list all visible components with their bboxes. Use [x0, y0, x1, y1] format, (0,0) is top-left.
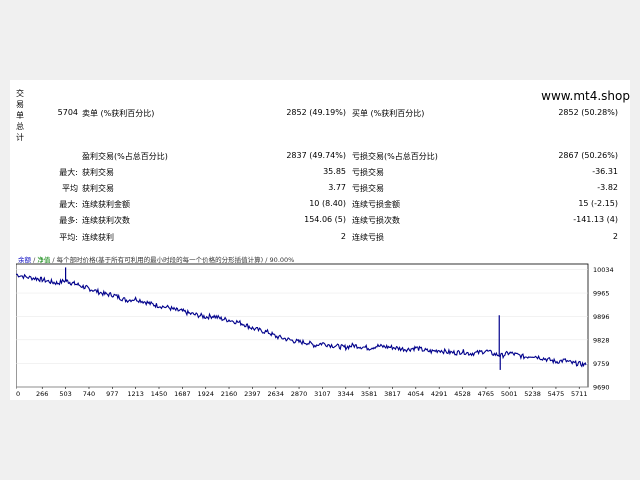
stats-row: 最大: 获利交易 35.85 亏损交易 -36.31: [30, 167, 630, 179]
row-label-left: 盈利交易(%占总百分比): [82, 152, 168, 161]
stats-row: 最多: 连续获利次数 154.06 (5) 连续亏损次数 -141.13 (4): [30, 215, 630, 227]
x-tick-label: 3344: [338, 390, 355, 398]
x-tick-label: 2634: [267, 390, 284, 398]
row-prefix: 最多:: [59, 216, 78, 225]
row-label-right: 亏损交易: [352, 184, 384, 193]
balance-chart: 余额 / 净值 / 每个部时价格(基于所有可利用的最小时段的每一个价格的分形插值…: [15, 252, 630, 398]
row-label-right: 连续亏损金额: [352, 200, 400, 209]
trade-summary-vertical-label: 交易单总计: [16, 89, 24, 142]
plot-frame: [15, 263, 589, 388]
x-tick-label: 740: [83, 390, 95, 398]
x-tick-label: 977: [106, 390, 118, 398]
row-label-right: 买单 (%获利百分比): [352, 109, 425, 118]
x-tick-label: 266: [36, 390, 48, 398]
y-tick-label: 9965: [593, 290, 610, 298]
stats-row: 5704 卖单 (%获利百分比) 2852 (49.19%) 买单 (%获利百分…: [30, 108, 630, 120]
x-tick-label: 5001: [501, 390, 518, 398]
row-value-left: 3.77: [328, 183, 346, 192]
row-label-right: 亏损交易(%占总百分比): [352, 152, 438, 161]
row-value-right: 15 (-2.15): [578, 199, 618, 208]
x-tick-label: 5238: [524, 390, 541, 398]
row-value-right: -141.13 (4): [573, 215, 618, 224]
x-tick-label: 1687: [174, 390, 191, 398]
row-label-left: 连续获利金额: [82, 200, 130, 209]
row-prefix: 平均: [62, 184, 78, 193]
x-tick-label: 5711: [571, 390, 588, 398]
x-tick-label: 4765: [478, 390, 495, 398]
x-tick-label: 4291: [431, 390, 448, 398]
x-tick-label: 3817: [384, 390, 401, 398]
row-value-left: 35.85: [323, 167, 346, 176]
x-tick-label: 3581: [361, 390, 378, 398]
x-tick-label: 1450: [151, 390, 168, 398]
row-label-left: 连续获利: [82, 233, 114, 242]
stats-row: 平均: 连续获利 2 连续亏损 2: [30, 232, 630, 244]
y-tick-label: 9896: [593, 313, 610, 321]
row-label-left: 获利交易: [82, 168, 114, 177]
y-tick-label: 9828: [593, 336, 610, 344]
x-tick-label: 4528: [454, 390, 471, 398]
x-tick-label: 0: [16, 390, 20, 398]
row-value-right: 2867 (50.26%): [558, 151, 618, 160]
x-tick-label: 3107: [314, 390, 331, 398]
y-tick-label: 10034: [593, 266, 614, 274]
row-label-left: 连续获利次数: [82, 216, 130, 225]
row-label-right: 亏损交易: [352, 168, 384, 177]
x-tick-label: 503: [59, 390, 71, 398]
y-tick-label: 9759: [593, 360, 610, 368]
chart-header-rest: / 每个部时价格(基于所有可利用的最小时段的每一个价格的分形插值计算) / 90…: [50, 256, 295, 264]
x-tick-label: 4054: [408, 390, 425, 398]
y-tick-label: 9690: [593, 384, 610, 392]
row-value-right: -36.31: [592, 167, 618, 176]
row-prefix: 最大:: [59, 168, 78, 177]
report-panel: 交易单总计 www.mt4.shop 5704 卖单 (%获利百分比) 2852…: [10, 80, 630, 400]
stats-row: 最大: 连续获利金额 10 (8.40) 连续亏损金额 15 (-2.15): [30, 199, 630, 211]
row-value-left: 2: [340, 232, 346, 241]
stats-row: 盈利交易(%占总百分比) 2837 (49.74%) 亏损交易(%占总百分比) …: [30, 151, 630, 163]
row-value-left: 2837 (49.74%): [286, 151, 346, 160]
x-tick-label: 5475: [548, 390, 565, 398]
row-value-left: 2852 (49.19%): [286, 108, 346, 117]
row-prefix: 平均:: [59, 233, 78, 242]
x-tick-label: 2397: [244, 390, 261, 398]
row-label-right: 连续亏损: [352, 233, 384, 242]
site-url[interactable]: www.mt4.shop: [541, 89, 630, 103]
row-prefix: 最大:: [59, 200, 78, 209]
chart-header-equity: 净值: [37, 256, 51, 264]
row-value-right: 2852 (50.28%): [558, 108, 618, 117]
stats-table: 5704 卖单 (%获利百分比) 2852 (49.19%) 买单 (%获利百分…: [30, 108, 630, 258]
x-tick-label: 2160: [221, 390, 238, 398]
row-value-right: 2: [612, 232, 618, 241]
row-prefix: 5704: [57, 108, 78, 117]
x-tick-label: 1924: [197, 390, 214, 398]
row-value-right: -3.82: [597, 183, 618, 192]
stats-row: [30, 127, 630, 139]
row-label-left: 获利交易: [82, 184, 114, 193]
x-tick-label: 2870: [291, 390, 308, 398]
row-value-left: 10 (8.40): [309, 199, 346, 208]
chart-header-balance: 余额: [18, 256, 31, 264]
x-tick-label: 1213: [127, 390, 144, 398]
chart-header: 余额 / 净值 / 每个部时价格(基于所有可利用的最小时段的每一个价格的分形插值…: [18, 254, 294, 264]
stats-row: 平均 获利交易 3.77 亏损交易 -3.82: [30, 183, 630, 195]
row-label-left: 卖单 (%获利百分比): [82, 109, 155, 118]
row-label-right: 连续亏损次数: [352, 216, 400, 225]
chart-svg: 10034 9965 9896 9828 9759 9690 0 266 503 740 977 12…: [15, 263, 614, 398]
row-value-left: 154.06 (5): [304, 215, 346, 224]
